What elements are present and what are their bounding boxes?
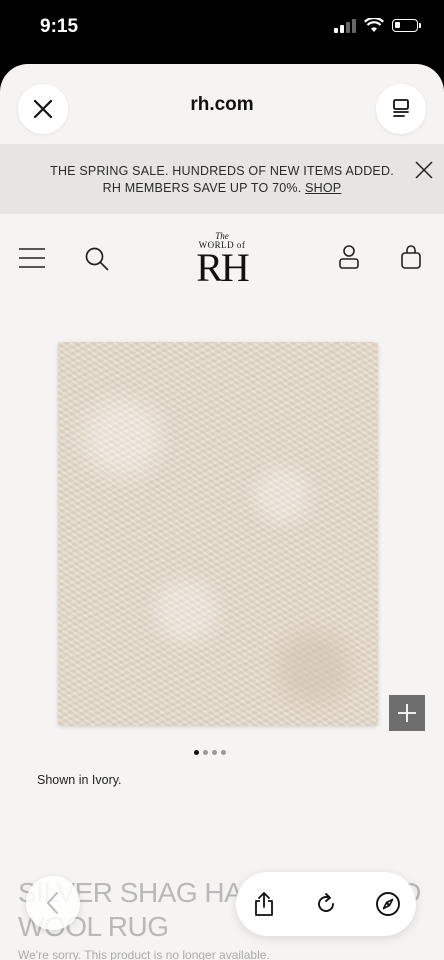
reload-icon bbox=[318, 893, 334, 912]
tabs-button[interactable] bbox=[376, 84, 426, 134]
status-time: 9:15 bbox=[40, 16, 79, 37]
search-icon bbox=[85, 247, 109, 271]
status-icons bbox=[334, 18, 421, 33]
site-header: The WORLD of RH bbox=[0, 214, 444, 314]
battery-level bbox=[395, 22, 400, 28]
user-icon bbox=[339, 245, 359, 269]
close-icon bbox=[415, 161, 433, 179]
chevron-left-icon bbox=[46, 892, 58, 914]
zoom-button[interactable] bbox=[389, 695, 425, 731]
compass-icon bbox=[376, 892, 400, 916]
tabs-icon bbox=[393, 99, 409, 117]
reload-button[interactable] bbox=[306, 884, 346, 924]
back-button[interactable] bbox=[26, 876, 80, 930]
availability-notice: We're sorry. This product is no longer a… bbox=[18, 948, 270, 960]
carousel-dot[interactable] bbox=[221, 750, 226, 755]
carousel-dot[interactable] bbox=[212, 750, 217, 755]
wifi-icon bbox=[364, 18, 384, 32]
status-bar: 9:15 bbox=[0, 0, 444, 64]
promo-line-1: THE SPRING SALE. HUNDREDS OF NEW ITEMS A… bbox=[50, 164, 394, 178]
promo-text: RH MEMBERS SAVE UP TO 70%. bbox=[102, 181, 302, 195]
promo-line-2: RH MEMBERS SAVE UP TO 70%. SHOP bbox=[0, 181, 444, 195]
carousel-dot[interactable] bbox=[194, 750, 199, 755]
battery-icon bbox=[392, 19, 421, 32]
product-image[interactable] bbox=[58, 342, 378, 726]
carousel-dots[interactable] bbox=[194, 750, 226, 755]
rh-logo[interactable]: The WORLD of RH bbox=[172, 232, 272, 292]
search-button[interactable] bbox=[84, 246, 110, 277]
browser-toolbar bbox=[236, 872, 416, 936]
menu-icon bbox=[19, 248, 45, 268]
carousel-dot[interactable] bbox=[203, 750, 208, 755]
url-bar: rh.com bbox=[0, 64, 444, 146]
image-caption: Shown in Ivory. bbox=[37, 773, 122, 787]
logo-rh: RH bbox=[196, 245, 250, 290]
cart-button[interactable] bbox=[400, 244, 422, 275]
share-icon bbox=[255, 892, 273, 916]
shopping-bag-icon bbox=[401, 245, 421, 269]
promo-banner: THE SPRING SALE. HUNDREDS OF NEW ITEMS A… bbox=[0, 144, 444, 214]
shop-link[interactable]: SHOP bbox=[305, 181, 341, 195]
compass-button[interactable] bbox=[368, 884, 408, 924]
share-button[interactable] bbox=[244, 884, 284, 924]
browser-sheet: rh.com THE SPRING SALE. HUNDREDS OF NEW … bbox=[0, 64, 444, 960]
promo-close-button[interactable] bbox=[412, 158, 436, 182]
menu-button[interactable] bbox=[18, 246, 46, 275]
plus-icon bbox=[398, 704, 416, 722]
account-button[interactable] bbox=[338, 244, 360, 275]
cellular-signal-icon bbox=[334, 18, 356, 33]
